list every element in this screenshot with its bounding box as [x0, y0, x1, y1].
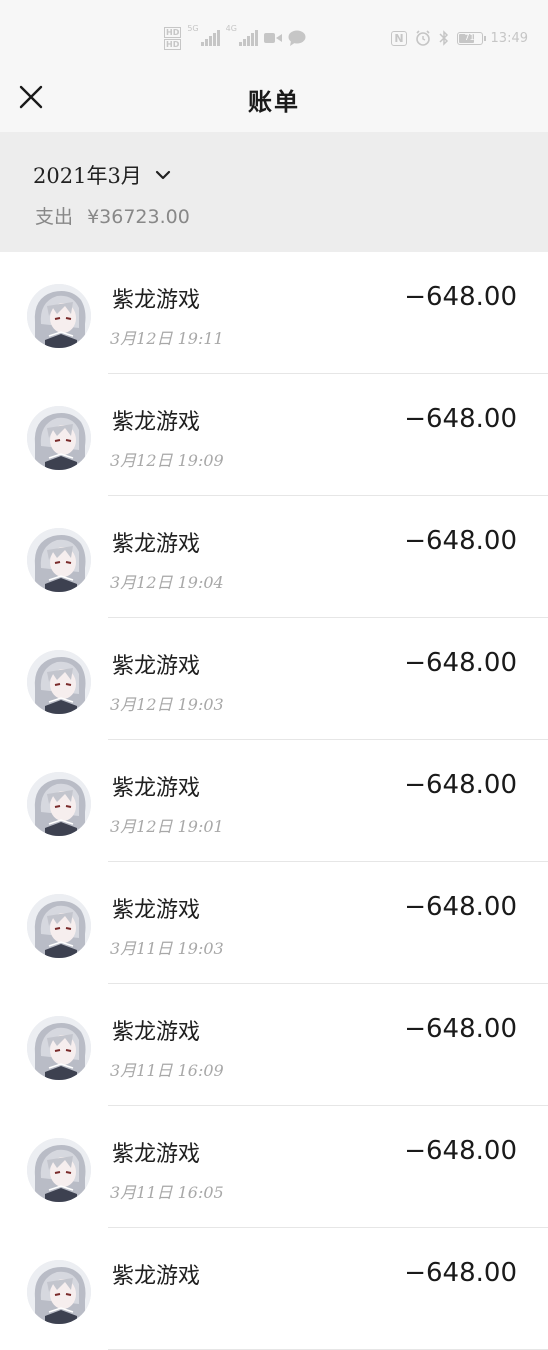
- merchant-avatar: [27, 1016, 91, 1080]
- month-picker[interactable]: 2021年3月: [33, 160, 172, 190]
- transaction-amount: −648.00: [404, 648, 517, 678]
- transaction-time: 3月11日 16:05: [110, 1183, 224, 1202]
- transaction-amount: −648.00: [404, 892, 517, 922]
- merchant-avatar: [27, 406, 91, 470]
- merchant-name: 紫龙游戏: [112, 410, 201, 435]
- transaction-amount: −648.00: [404, 1136, 517, 1166]
- transaction-row[interactable]: 紫龙游戏 3月11日 19:03 −648.00: [0, 862, 548, 984]
- transaction-time: 3月11日 19:03: [110, 939, 224, 958]
- transaction-time: 3月12日 19:03: [110, 695, 224, 714]
- expense-value: ¥36723.00: [87, 206, 190, 228]
- merchant-avatar: [27, 284, 91, 348]
- transaction-amount: −648.00: [404, 404, 517, 434]
- transaction-row[interactable]: 紫龙游戏 3月12日 19:04 −648.00: [0, 496, 548, 618]
- chevron-down-icon: [155, 170, 170, 180]
- transaction-row[interactable]: 紫龙游戏 3月12日 19:09 −648.00: [0, 374, 548, 496]
- merchant-name: 紫龙游戏: [112, 776, 201, 801]
- transaction-row[interactable]: 紫龙游戏 3月12日 19:01 −648.00: [0, 740, 548, 862]
- transaction-amount: −648.00: [404, 770, 517, 800]
- month-label: 2021年3月: [33, 164, 142, 188]
- hd-indicator: HD HD: [164, 26, 182, 50]
- video-call-icon: [263, 33, 282, 43]
- merchant-avatar: [27, 1138, 91, 1202]
- merchant-name: 紫龙游戏: [112, 898, 201, 923]
- signal-icon: [238, 30, 258, 46]
- merchant-avatar: [27, 772, 91, 836]
- transaction-amount: −648.00: [404, 282, 517, 312]
- clock: 13:49: [490, 30, 528, 46]
- transaction-time: 3月11日 16:09: [110, 1061, 224, 1080]
- bluetooth-icon: [439, 30, 448, 46]
- merchant-name: 紫龙游戏: [112, 654, 201, 679]
- transaction-amount: −648.00: [404, 526, 517, 556]
- merchant-name: 紫龙游戏: [112, 1142, 201, 1167]
- transaction-row[interactable]: 紫龙游戏 −648.00: [0, 1228, 548, 1350]
- transaction-time: 3月12日 19:04: [110, 573, 224, 592]
- transaction-row[interactable]: 紫龙游戏 3月11日 16:05 −648.00: [0, 1106, 548, 1228]
- merchant-name: 紫龙游戏: [112, 1264, 201, 1289]
- transaction-row[interactable]: 紫龙游戏 3月11日 16:09 −648.00: [0, 984, 548, 1106]
- expense-label: 支出: [35, 206, 74, 228]
- transaction-amount: −648.00: [404, 1258, 517, 1288]
- transaction-time: 3月12日 19:09: [110, 451, 224, 470]
- merchant-name: 紫龙游戏: [112, 288, 201, 313]
- nfc-icon: N: [391, 30, 407, 46]
- merchant-avatar: [27, 528, 91, 592]
- merchant-avatar: [27, 894, 91, 958]
- transaction-list: 紫龙游戏 3月12日 19:11 −648.00 紫龙游戏 3月12日 19:0…: [0, 252, 548, 1350]
- merchant-name: 紫龙游戏: [112, 1020, 201, 1045]
- month-summary: 2021年3月 支出 ¥36723.00: [0, 132, 548, 252]
- signal-icon: [200, 30, 220, 46]
- hd-label: HD: [164, 26, 182, 38]
- transaction-time: 3月12日 19:01: [110, 817, 224, 836]
- status-bar: HD HD 5G 4G N 71 13:49: [0, 0, 548, 76]
- transaction-amount: −648.00: [404, 1014, 517, 1044]
- status-indicators: HD HD 5G 4G: [164, 24, 306, 52]
- transaction-row[interactable]: 紫龙游戏 3月12日 19:03 −648.00: [0, 618, 548, 740]
- transaction-row[interactable]: 紫龙游戏 3月12日 19:11 −648.00: [0, 252, 548, 374]
- merchant-name: 紫龙游戏: [112, 532, 201, 557]
- network-type-label: 5G: [187, 24, 199, 33]
- status-right: N 71 13:49: [391, 28, 528, 48]
- hd-label: HD: [164, 38, 182, 50]
- nav-bar: 账单: [0, 76, 548, 132]
- page-title: 账单: [248, 87, 300, 116]
- transaction-time: 3月12日 19:11: [110, 329, 224, 348]
- battery-level: 71: [464, 32, 475, 42]
- merchant-avatar: [27, 650, 91, 714]
- battery-icon: 71: [456, 31, 486, 45]
- expense-total: 支出 ¥36723.00: [35, 202, 190, 229]
- message-icon: [288, 30, 306, 46]
- merchant-avatar: [27, 1260, 91, 1324]
- alarm-icon: [415, 30, 430, 46]
- network-type-label: 4G: [225, 24, 237, 33]
